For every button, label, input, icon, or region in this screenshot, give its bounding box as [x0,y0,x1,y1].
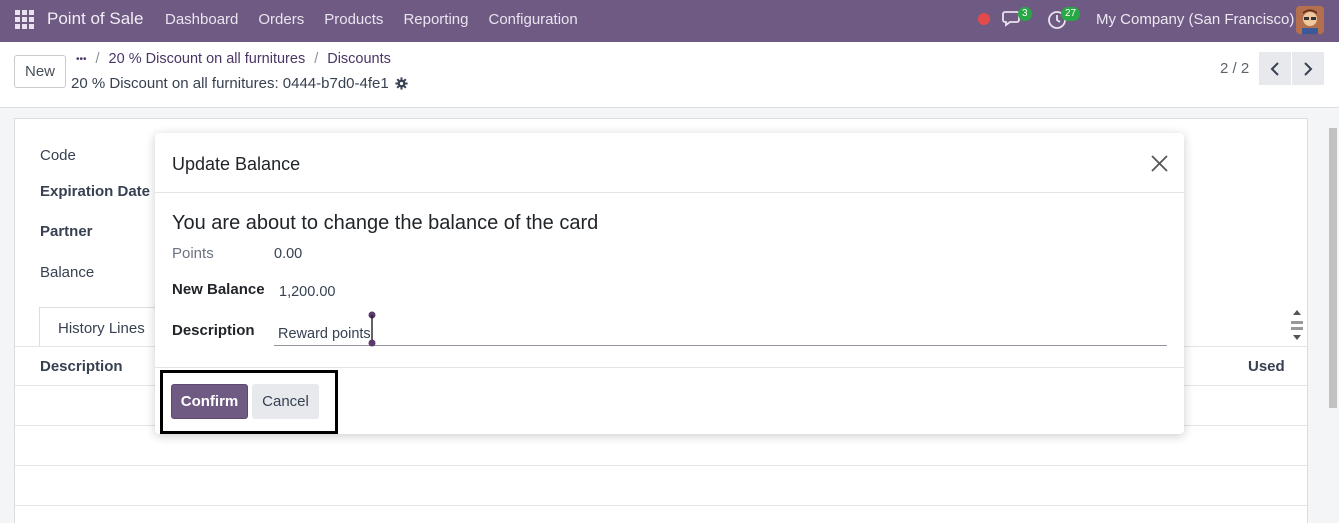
gear-icon[interactable] [395,77,408,90]
pager-value[interactable]: 2 / 2 [1220,60,1249,77]
chevron-right-icon [1304,61,1313,76]
code-label: Code [40,147,76,164]
column-header-description[interactable]: Description [40,358,123,375]
chat-count-badge: 3 [1018,7,1032,21]
scroll-arrows-icon [1291,310,1303,340]
points-label: Points [172,245,214,262]
menu-products[interactable]: Products [324,11,383,28]
pager-next-button[interactable] [1292,52,1324,85]
new-balance-label: New Balance [172,281,265,298]
record-title-text: 20 % Discount on all furnitures: 0444-b7… [71,75,389,92]
record-title: 20 % Discount on all furnitures: 0444-b7… [71,75,408,92]
description-label: Description [172,322,255,339]
column-header-used[interactable]: Used [1248,358,1285,375]
app-brand[interactable]: Point of Sale [47,9,143,29]
breadcrumb-program[interactable]: 20 % Discount on all furnitures [109,51,306,67]
page-scrollbar[interactable] [1327,118,1337,523]
activity-count-badge: 27 [1061,7,1081,21]
apps-grid-icon[interactable] [15,10,34,29]
company-switcher[interactable]: My Company (San Francisco) [1096,11,1294,28]
balance-label: Balance [40,264,95,281]
status-dot-icon[interactable] [978,13,990,25]
menu-reporting[interactable]: Reporting [403,11,468,28]
dialog-heading: You are about to change the balance of t… [172,212,599,234]
table-row-divider [15,505,1307,506]
new-button[interactable]: New [14,55,66,88]
control-panel: New ••• / 20 % Discount on all furniture… [0,42,1339,108]
top-navbar: Point of Sale Dashboard Orders Products … [0,0,1339,42]
text-cursor-icon [368,311,376,347]
dialog-title: Update Balance [172,154,301,174]
partner-label: Partner [40,223,93,240]
menu-dashboard[interactable]: Dashboard [165,11,238,28]
cancel-button[interactable]: Cancel [252,384,319,419]
breadcrumb-separator: / [314,51,319,67]
breadcrumb: ••• / 20 % Discount on all furnitures / … [76,51,391,67]
breadcrumb-more[interactable]: ••• [76,54,87,65]
confirm-button[interactable]: Confirm [171,384,248,419]
table-row-divider [15,465,1307,466]
table-scrollbar[interactable] [1290,307,1304,345]
menu-configuration[interactable]: Configuration [488,11,577,28]
pager-previous-button[interactable] [1259,52,1291,85]
menu-orders[interactable]: Orders [258,11,304,28]
dialog-header: Update Balance [155,133,1184,193]
chevron-left-icon [1270,61,1279,76]
breadcrumb-discounts[interactable]: Discounts [327,51,391,67]
main-menu: Dashboard Orders Products Reporting Conf… [165,11,598,28]
tab-history-lines[interactable]: History Lines [39,307,159,347]
new-balance-field[interactable]: 1,200.00 [279,284,335,300]
points-value: 0.00 [274,246,303,262]
close-icon[interactable] [1150,154,1169,173]
expiration-date-label: Expiration Date [40,183,151,200]
breadcrumb-separator: / [95,51,100,67]
description-input[interactable] [274,316,1167,346]
user-avatar[interactable] [1296,6,1324,34]
